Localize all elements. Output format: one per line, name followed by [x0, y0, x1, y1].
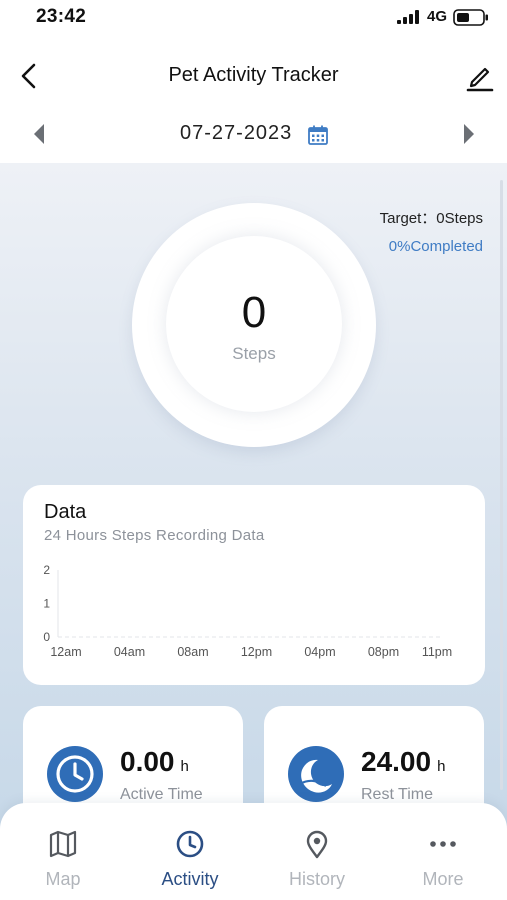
- y-tick-label: 1: [43, 597, 50, 611]
- active-time-unit: h: [180, 758, 189, 775]
- date-navigator: 07-27-2023: [0, 112, 507, 156]
- rest-time-unit: h: [437, 758, 446, 775]
- x-tick-label: 12am: [50, 645, 81, 659]
- nav-more-label: More: [422, 869, 464, 889]
- nav-more[interactable]: More: [380, 803, 506, 900]
- network-label: 4G: [427, 8, 448, 25]
- bottom-nav: Map Activity History More: [0, 803, 507, 900]
- nav-map[interactable]: Map: [0, 803, 126, 900]
- status-time: 23:42: [36, 6, 87, 27]
- clock-icon: [176, 830, 204, 858]
- app-header: Pet Activity Tracker: [0, 52, 507, 100]
- screen: 23:42 4G Pet Activity Tracker 07-27-2023: [0, 0, 507, 900]
- steps-label: Steps: [232, 344, 276, 363]
- more-dots-icon: [430, 841, 456, 847]
- calendar-icon[interactable]: [307, 124, 329, 146]
- y-tick-label: 2: [43, 563, 50, 577]
- steps-chart: 2 1 012am 04am 08am 12pm 04pm 08pm 11pm: [43, 563, 452, 659]
- x-tick-label: 11pm: [422, 645, 452, 659]
- battery-icon: [453, 9, 488, 26]
- active-time-value: 0.00 h: [120, 746, 189, 778]
- x-tick-label: 04pm: [304, 645, 335, 659]
- rest-time-number: 24.00: [361, 746, 432, 777]
- nav-history-label: History: [288, 869, 345, 889]
- rest-time-label: Rest Time: [361, 786, 434, 803]
- clock-icon: [47, 746, 103, 802]
- nav-activity-label: Activity: [161, 869, 219, 889]
- previous-day-icon[interactable]: [30, 122, 48, 146]
- signal-icon: [397, 10, 419, 24]
- next-day-icon[interactable]: [460, 122, 478, 146]
- status-bar: 23:42 4G: [0, 0, 507, 36]
- active-time-label: Active Time: [120, 786, 203, 803]
- x-tick-label: 08am: [177, 645, 208, 659]
- x-tick-label: 04am: [114, 645, 145, 659]
- nav-activity[interactable]: Activity: [127, 803, 253, 900]
- x-tick-label: 12pm: [241, 645, 272, 659]
- moon-icon: [288, 746, 344, 802]
- data-card: Data 24 Hours Steps Recording Data 2 1 0 12…: [23, 485, 485, 685]
- page-title: Pet Activity Tracker: [168, 64, 339, 86]
- target-steps: Target：0Steps: [379, 210, 483, 227]
- nav-history[interactable]: History: [254, 803, 380, 900]
- selected-date[interactable]: 07-27-2023: [180, 122, 292, 145]
- edit-pencil-icon[interactable]: [464, 60, 496, 92]
- rest-time-value: 24.00 h: [361, 746, 445, 778]
- steps-count: 0: [241, 288, 267, 337]
- location-pin-icon: [306, 830, 328, 859]
- completion-percent: 0%Completed: [388, 238, 483, 255]
- nav-map-label: Map: [45, 869, 81, 889]
- x-tick-label: 08pm: [368, 645, 399, 659]
- map-icon: [49, 830, 77, 858]
- scrollbar[interactable]: [500, 180, 503, 790]
- active-time-number: 0.00: [120, 746, 175, 777]
- y-tick-label: 0: [43, 630, 50, 644]
